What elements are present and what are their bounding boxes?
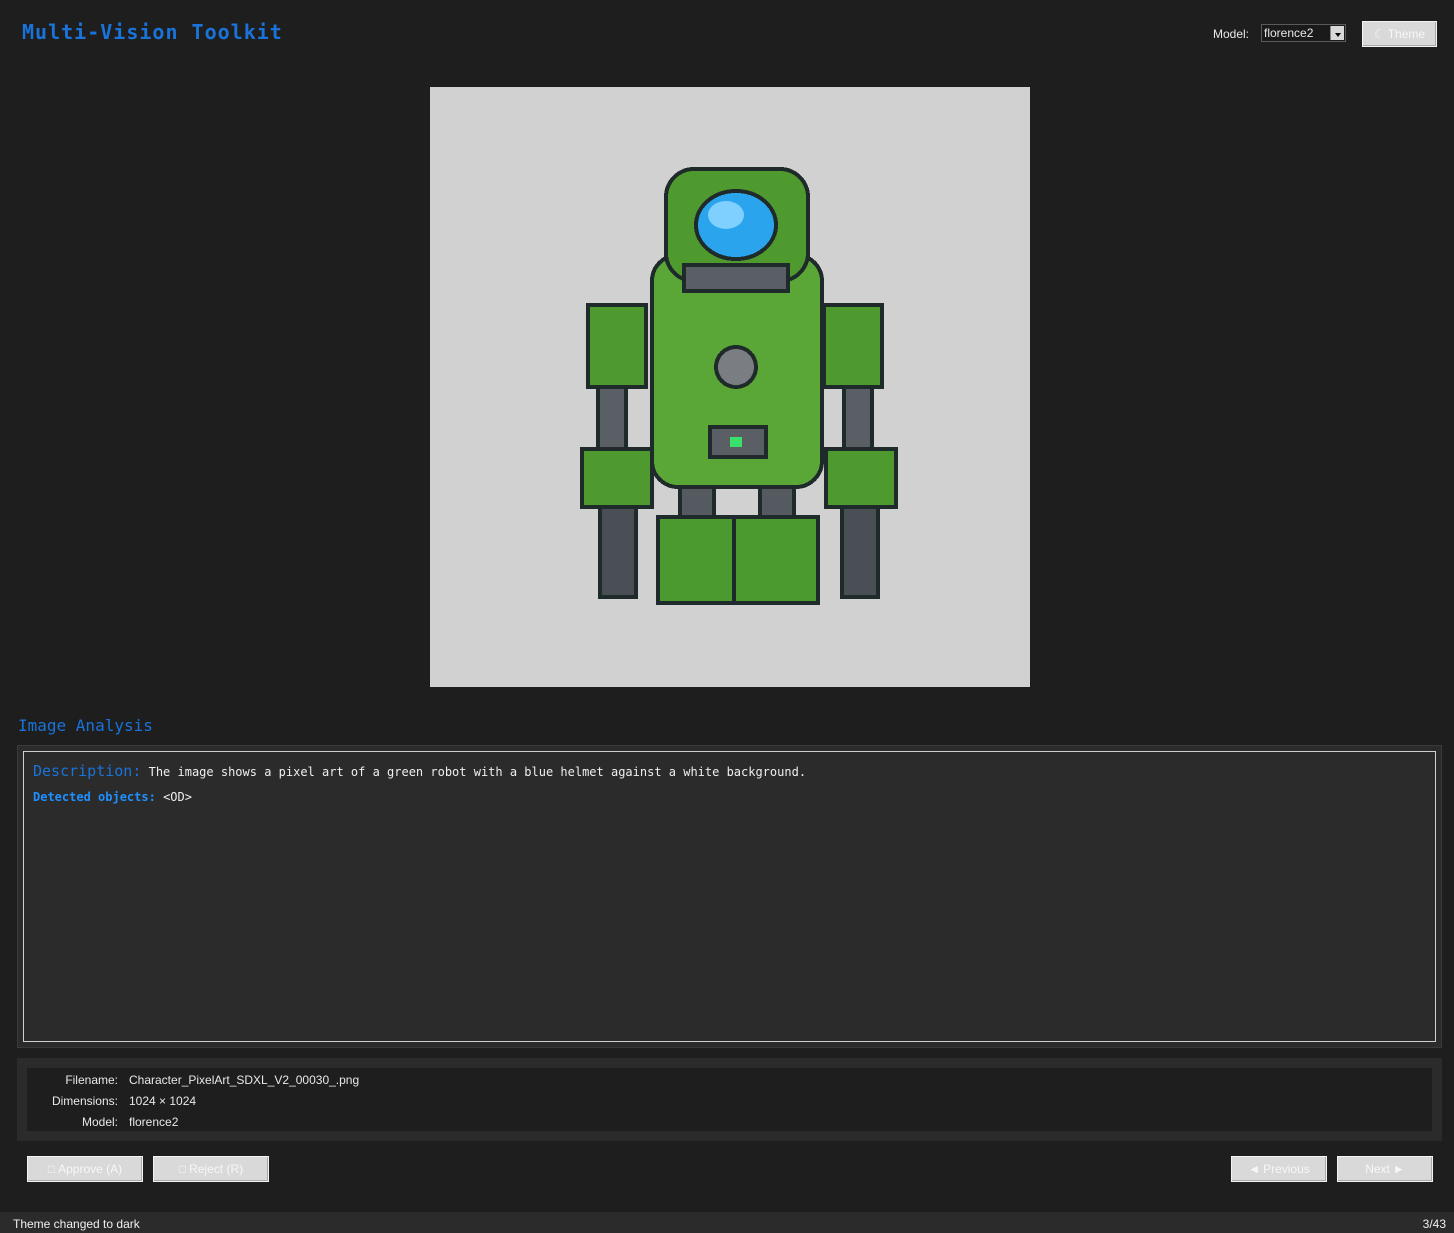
status-message: Theme changed to dark bbox=[13, 1217, 140, 1231]
reject-icon: □ bbox=[178, 1162, 187, 1176]
approve-button-label: Approve (A) bbox=[58, 1162, 123, 1176]
approve-button[interactable]: □ Approve (A) bbox=[27, 1156, 143, 1182]
file-info-panel: Filename: Character_PixelArt_SDXL_V2_000… bbox=[17, 1058, 1442, 1141]
robot-image bbox=[580, 167, 898, 605]
dimensions-value: 1024 × 1024 bbox=[129, 1094, 197, 1108]
model-label: Model: bbox=[1213, 27, 1250, 41]
image-preview bbox=[430, 87, 1030, 687]
model-info-label: Model: bbox=[81, 1115, 118, 1129]
analysis-panel: Description: The image shows a pixel art… bbox=[17, 745, 1442, 1048]
filename-row: Filename: Character_PixelArt_SDXL_V2_000… bbox=[27, 1073, 627, 1091]
chevron-right-icon: ► bbox=[1392, 1162, 1405, 1176]
status-bar: Theme changed to dark 3/43 bbox=[0, 1212, 1454, 1233]
image-counter: 3/43 bbox=[1422, 1217, 1446, 1231]
next-button-label: Next bbox=[1365, 1162, 1390, 1176]
description-row: Description: The image shows a pixel art… bbox=[33, 762, 806, 780]
chevron-left-icon: ◄ bbox=[1248, 1162, 1261, 1176]
theme-button-label: Theme bbox=[1387, 27, 1426, 41]
description-label: Description: bbox=[33, 762, 142, 780]
objects-row: Detected objects: <OD> bbox=[33, 790, 192, 804]
model-select[interactable]: florence2 bbox=[1261, 24, 1346, 42]
objects-label: Detected objects: bbox=[33, 790, 156, 804]
filename-label: Filename: bbox=[65, 1073, 118, 1087]
model-select-value: florence2 bbox=[1264, 26, 1314, 40]
analysis-text-area[interactable]: Description: The image shows a pixel art… bbox=[23, 751, 1436, 1042]
model-info-row: Model: florence2 bbox=[27, 1115, 627, 1133]
reject-button[interactable]: □ Reject (R) bbox=[153, 1156, 269, 1182]
previous-button-label: Previous bbox=[1263, 1162, 1310, 1176]
approve-icon: □ bbox=[47, 1162, 56, 1176]
dimensions-row: Dimensions: 1024 × 1024 bbox=[27, 1094, 627, 1112]
description-text: The image shows a pixel art of a green r… bbox=[148, 765, 807, 779]
theme-button[interactable]: ☾ Theme bbox=[1362, 21, 1437, 47]
file-info-inner: Filename: Character_PixelArt_SDXL_V2_000… bbox=[27, 1068, 1432, 1131]
model-info-value: florence2 bbox=[129, 1115, 179, 1129]
app-title: Multi-Vision Toolkit bbox=[22, 20, 283, 44]
previous-button[interactable]: ◄ Previous bbox=[1231, 1156, 1327, 1182]
reject-button-label: Reject (R) bbox=[189, 1162, 244, 1176]
next-button[interactable]: Next ► bbox=[1337, 1156, 1433, 1182]
chevron-down-icon[interactable] bbox=[1330, 26, 1344, 40]
theme-icon: ☾ bbox=[1373, 27, 1385, 41]
dimensions-label: Dimensions: bbox=[51, 1094, 118, 1108]
analysis-section-title: Image Analysis bbox=[18, 716, 153, 735]
objects-text: <OD> bbox=[163, 790, 192, 804]
filename-value: Character_PixelArt_SDXL_V2_00030_.png bbox=[129, 1073, 360, 1087]
